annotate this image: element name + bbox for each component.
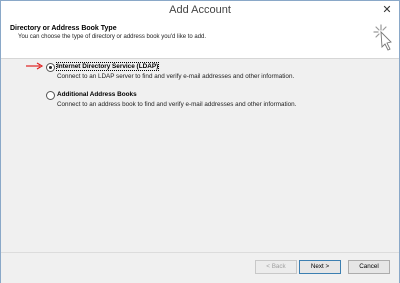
add-account-dialog: Add Account ✕ Directory or Address Book … xyxy=(0,0,400,283)
wizard-header: Directory or Address Book Type You can c… xyxy=(1,20,399,59)
header-subtitle: You can choose the type of directory or … xyxy=(18,34,207,40)
wizard-sparkle-icon xyxy=(373,24,392,51)
header-title: Directory or Address Book Type xyxy=(10,25,117,32)
cancel-button[interactable]: Cancel xyxy=(348,260,390,274)
ldap-radio[interactable] xyxy=(46,63,55,72)
close-button[interactable]: ✕ xyxy=(379,3,395,17)
window-title: Add Account xyxy=(169,4,231,16)
title-bar: Add Account ✕ xyxy=(1,1,399,20)
next-button[interactable]: Next > xyxy=(299,260,341,274)
radio-selected-dot xyxy=(49,66,52,69)
address-books-radio[interactable] xyxy=(46,91,55,100)
ldap-option-label[interactable]: Internet Directory Service (LDAP) xyxy=(55,62,160,71)
back-button[interactable]: < Back xyxy=(255,260,297,274)
address-books-option-description: Connect to an address book to find and v… xyxy=(57,101,297,108)
ldap-option-description: Connect to an LDAP server to find and ve… xyxy=(57,73,295,80)
address-books-option-label[interactable]: Additional Address Books xyxy=(57,91,137,98)
red-arrow-icon xyxy=(26,62,44,70)
